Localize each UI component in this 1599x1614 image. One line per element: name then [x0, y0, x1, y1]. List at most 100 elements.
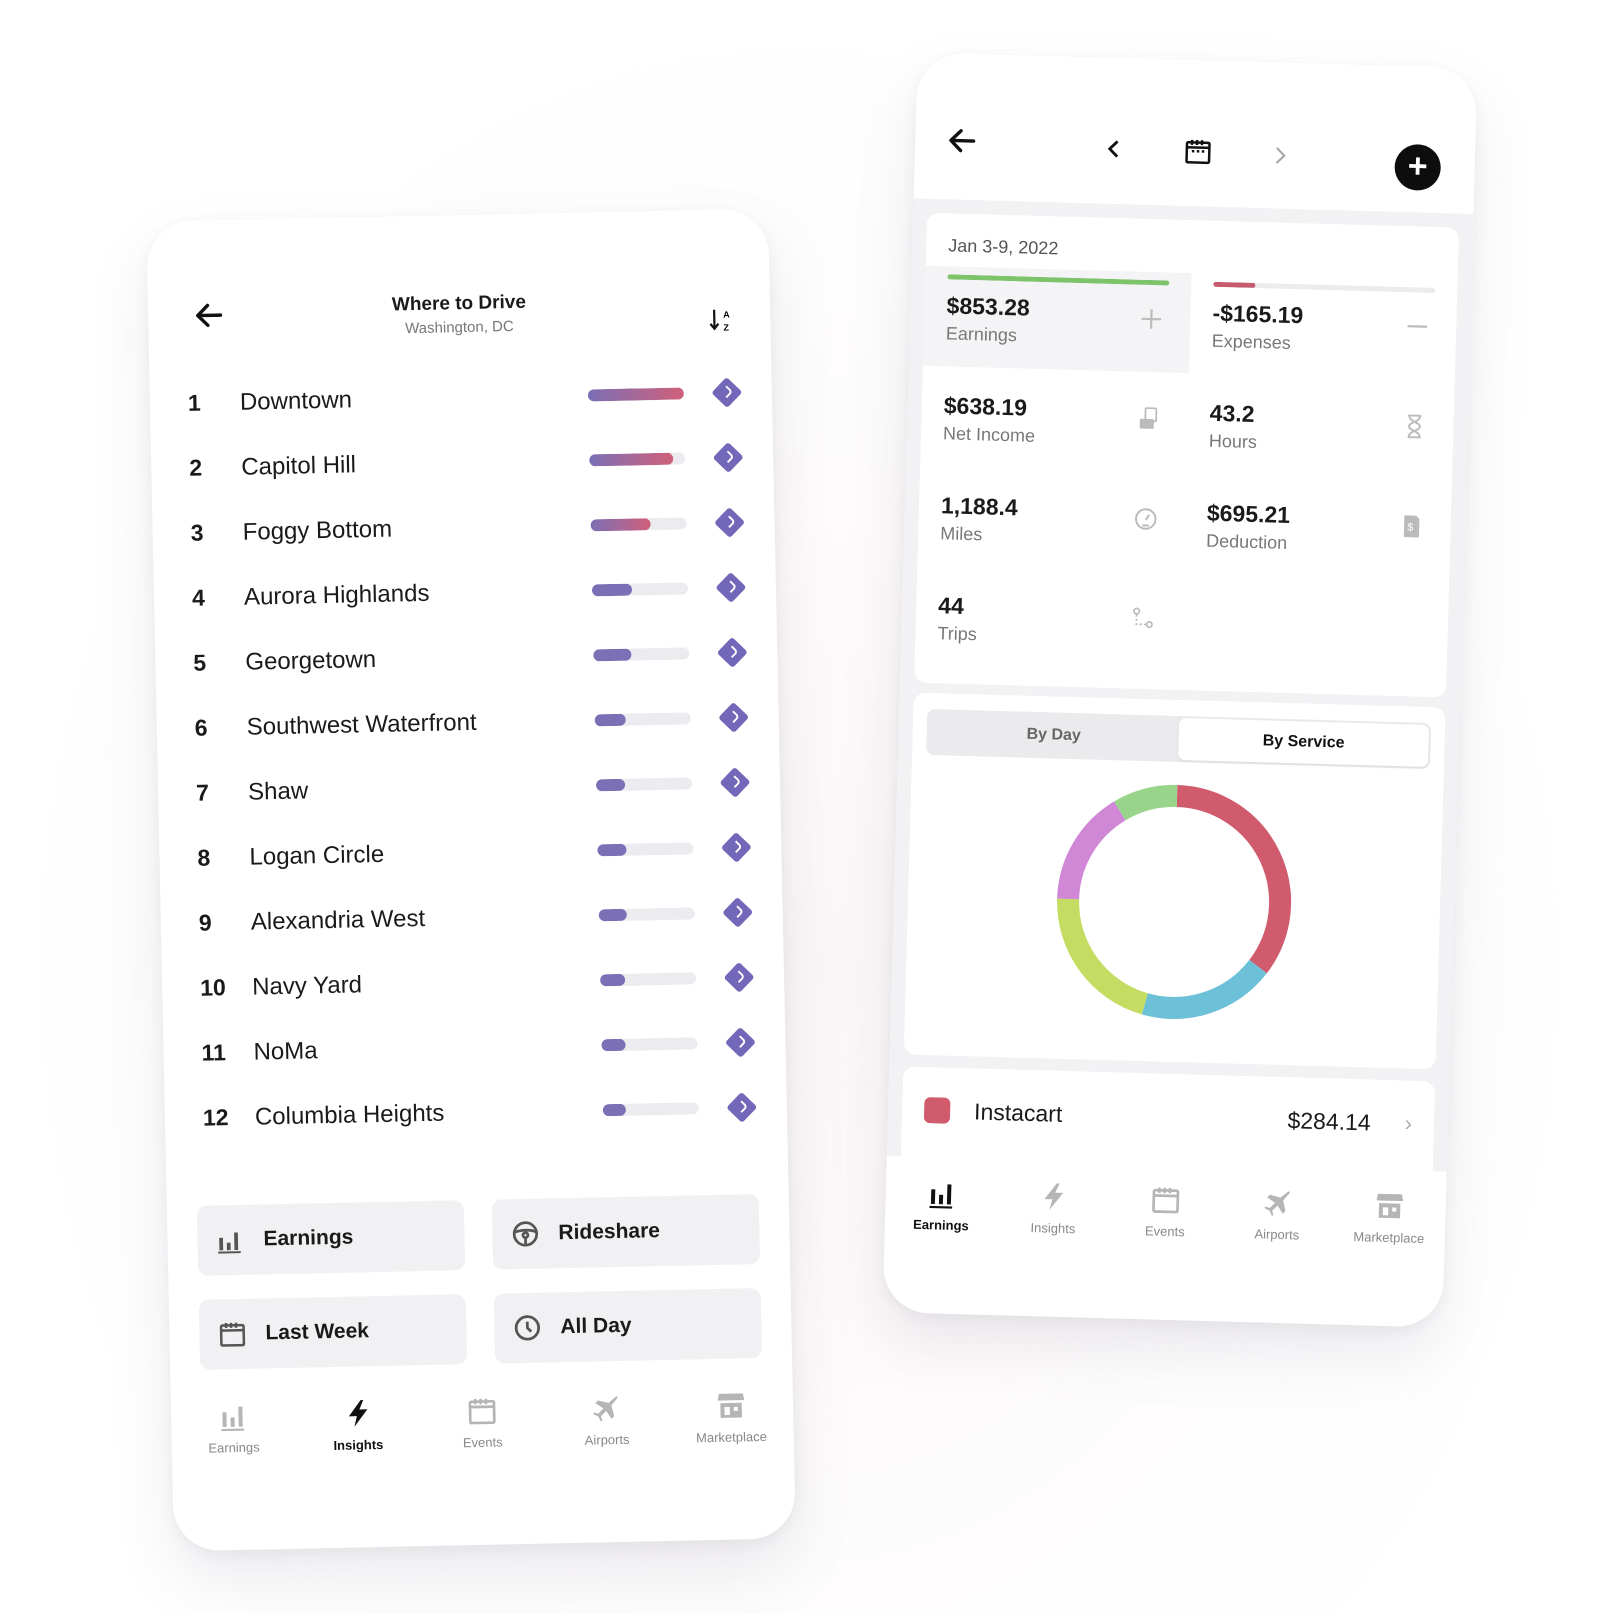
directions-icon[interactable]	[723, 961, 755, 993]
donut-slice-service-e[interactable]	[1114, 784, 1178, 821]
tab-insights[interactable]: Insights	[302, 1396, 413, 1453]
tab-marketplace[interactable]: Marketplace	[1334, 1189, 1445, 1247]
neighborhood-row[interactable]: 12 Columbia Heights	[196, 1074, 761, 1151]
neighborhood-row[interactable]: 4 Aurora Highlands	[185, 554, 750, 631]
stat-expenses[interactable]: -$165.19 Expenses	[1189, 273, 1458, 380]
tab-earnings[interactable]: Earnings	[178, 1399, 289, 1456]
neighborhood-name: Capitol Hill	[241, 450, 357, 481]
demand-bar	[587, 386, 684, 401]
filter-label: Earnings	[263, 1225, 354, 1251]
neighborhood-row[interactable]: 7 Shaw	[189, 749, 754, 826]
plus-icon: +	[1407, 147, 1429, 186]
donut-slice-instacart[interactable]	[1172, 784, 1292, 974]
svg-text:$: $	[1407, 522, 1413, 534]
tab-earnings[interactable]: Earnings	[886, 1176, 997, 1234]
directions-icon[interactable]	[724, 1026, 757, 1058]
tab-by-service[interactable]: By Service	[1178, 717, 1430, 767]
directions-icon[interactable]	[715, 571, 747, 603]
demand-bar-fill	[594, 713, 626, 726]
demand-bar	[598, 906, 695, 921]
directions-icon[interactable]	[714, 506, 746, 538]
add-entry-button[interactable]: +	[1394, 143, 1442, 192]
minus-icon[interactable]	[1404, 313, 1431, 340]
back-arrow-icon[interactable]	[945, 123, 980, 158]
tab-events[interactable]: Events	[1110, 1182, 1221, 1240]
filter-earnings-button[interactable]: Earnings	[196, 1200, 466, 1276]
filter-last-week-button[interactable]: Last Week	[198, 1294, 468, 1370]
filter-label: Last Week	[265, 1319, 370, 1345]
tab-label: Insights	[1030, 1220, 1076, 1237]
breakdown-card: By Day By Service	[903, 692, 1446, 1070]
stat-trips[interactable]: 44 Trips	[915, 566, 1184, 673]
bar-chart-icon	[215, 1225, 246, 1256]
neighborhood-row[interactable]: 11 NoMa	[195, 1009, 760, 1086]
stat-hours[interactable]: 43.2 Hours	[1186, 373, 1455, 480]
stat-deduction[interactable]: $695.21 Deduction $	[1183, 473, 1452, 580]
stat-label: Expenses	[1211, 330, 1292, 353]
directions-icon[interactable]	[719, 766, 751, 798]
stat-net-income[interactable]: $638.19 Net Income	[920, 366, 1189, 473]
sort-az-icon[interactable]: AZ	[706, 305, 737, 336]
plus-icon[interactable]	[1138, 306, 1165, 333]
tab-events[interactable]: Events	[427, 1394, 538, 1451]
rank-number: 6	[194, 714, 208, 741]
directions-icon[interactable]	[711, 376, 743, 408]
service-row[interactable]: Instacart $284.14 ›	[900, 1066, 1436, 1172]
tab-insights[interactable]: Insights	[998, 1179, 1109, 1237]
rank-number: 7	[195, 779, 210, 806]
tab-marketplace[interactable]: Marketplace	[675, 1389, 786, 1446]
service-donut-chart	[1057, 784, 1292, 1019]
stat-earnings[interactable]: $853.28 Earnings	[922, 265, 1192, 374]
neighborhood-row[interactable]: 2 Capitol Hill	[183, 424, 748, 501]
hourglass-icon	[1401, 413, 1428, 440]
calendar-icon[interactable]	[1183, 136, 1214, 167]
filter-rideshare-button[interactable]: Rideshare	[491, 1194, 761, 1270]
directions-icon[interactable]	[726, 1091, 758, 1123]
progress-fill	[947, 274, 1170, 286]
lightning-icon	[1037, 1180, 1070, 1213]
neighborhood-row[interactable]: 1 Downtown	[181, 359, 746, 436]
demand-bar-fill	[599, 973, 626, 986]
demand-bar-fill	[595, 778, 625, 791]
view-toggle: By Day By Service	[926, 708, 1432, 770]
previous-week-chevron-icon[interactable]	[1101, 136, 1128, 163]
directions-icon[interactable]	[712, 441, 744, 473]
neighborhood-row[interactable]: 10 Navy Yard	[194, 944, 759, 1021]
calendar-icon	[1149, 1183, 1182, 1216]
neighborhood-name: Aurora Highlands	[243, 579, 430, 611]
rank-number: 3	[190, 519, 204, 546]
donut-slice-service-d[interactable]	[1057, 801, 1126, 900]
stat-label: Earnings	[945, 323, 1018, 346]
donut-slice-service-b[interactable]	[1141, 959, 1267, 1019]
directions-icon[interactable]	[716, 636, 748, 668]
neighborhood-row[interactable]: 3 Foggy Bottom	[184, 489, 749, 566]
directions-icon[interactable]	[720, 831, 752, 863]
tab-by-day[interactable]: By Day	[928, 711, 1179, 760]
airplane-icon	[1261, 1186, 1294, 1219]
tab-label: Airports	[1254, 1226, 1300, 1243]
demand-bar-fill	[602, 1103, 626, 1116]
directions-icon[interactable]	[718, 701, 750, 733]
tab-airports[interactable]: Airports	[1222, 1185, 1333, 1243]
filter-grid: Earnings Rideshare Last Week All Day	[196, 1194, 763, 1370]
donut-slice-service-c[interactable]	[1057, 898, 1149, 1015]
demand-bar	[589, 451, 686, 466]
neighborhood-row[interactable]: 6 Southwest Waterfront	[188, 684, 753, 761]
chevron-right-icon: ›	[1404, 1110, 1413, 1136]
stat-value: $695.21	[1206, 499, 1291, 528]
steering-wheel-icon	[510, 1219, 541, 1250]
stat-miles[interactable]: 1,188.4 Miles	[917, 466, 1186, 573]
neighborhood-row[interactable]: 8 Logan Circle	[191, 814, 756, 891]
neighborhood-row[interactable]: 5 Georgetown	[187, 619, 752, 696]
directions-icon[interactable]	[722, 896, 754, 928]
demand-bar-fill	[593, 648, 632, 661]
tab-airports[interactable]: Airports	[551, 1391, 662, 1448]
tab-label: Airports	[584, 1431, 630, 1448]
filter-all-day-button[interactable]: All Day	[493, 1288, 763, 1364]
calendar-icon	[217, 1319, 248, 1350]
next-week-chevron-icon[interactable]	[1267, 142, 1294, 169]
demand-bar	[594, 711, 691, 726]
stat-value: 44	[937, 592, 965, 619]
tab-label: Insights	[333, 1436, 384, 1454]
neighborhood-row[interactable]: 9 Alexandria West	[192, 879, 757, 956]
